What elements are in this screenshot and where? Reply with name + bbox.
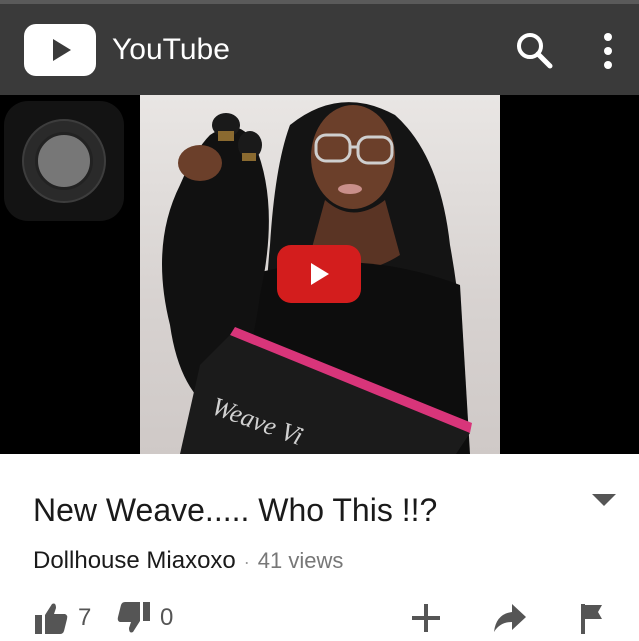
like-count: 7: [78, 604, 92, 631]
thumbs-down-icon[interactable]: [116, 600, 152, 636]
play-button[interactable]: [277, 245, 361, 303]
app-bar: YouTube: [0, 0, 639, 95]
assistive-touch-button[interactable]: [4, 101, 124, 221]
add-to-playlist-icon[interactable]: [410, 600, 442, 636]
search-icon[interactable]: [514, 30, 554, 70]
video-player[interactable]: Weave Vi: [0, 95, 639, 454]
meta-separator: ·: [243, 552, 250, 572]
play-icon: [311, 263, 329, 285]
chevron-down-icon[interactable]: [590, 490, 618, 510]
assistive-touch-icon: [22, 119, 106, 203]
channel-name[interactable]: Dollhouse Miaxoxo: [33, 547, 236, 574]
video-info: New Weave..... Who This !!? Dollhouse Mi…: [0, 454, 639, 639]
app-title: YouTube: [112, 33, 230, 66]
action-bar: 7 0: [0, 600, 639, 636]
view-count: 41 views: [257, 548, 344, 573]
dislike-count: 0: [160, 604, 174, 631]
video-meta: Dollhouse Miaxoxo · 41 views: [33, 546, 343, 577]
video-title: New Weave..... Who This !!?: [33, 492, 438, 528]
flag-icon[interactable]: [578, 600, 606, 636]
more-vertical-icon[interactable]: [596, 32, 620, 70]
share-icon[interactable]: [492, 600, 528, 636]
youtube-logo-icon[interactable]: [24, 24, 96, 76]
thumbs-up-icon[interactable]: [33, 600, 69, 636]
